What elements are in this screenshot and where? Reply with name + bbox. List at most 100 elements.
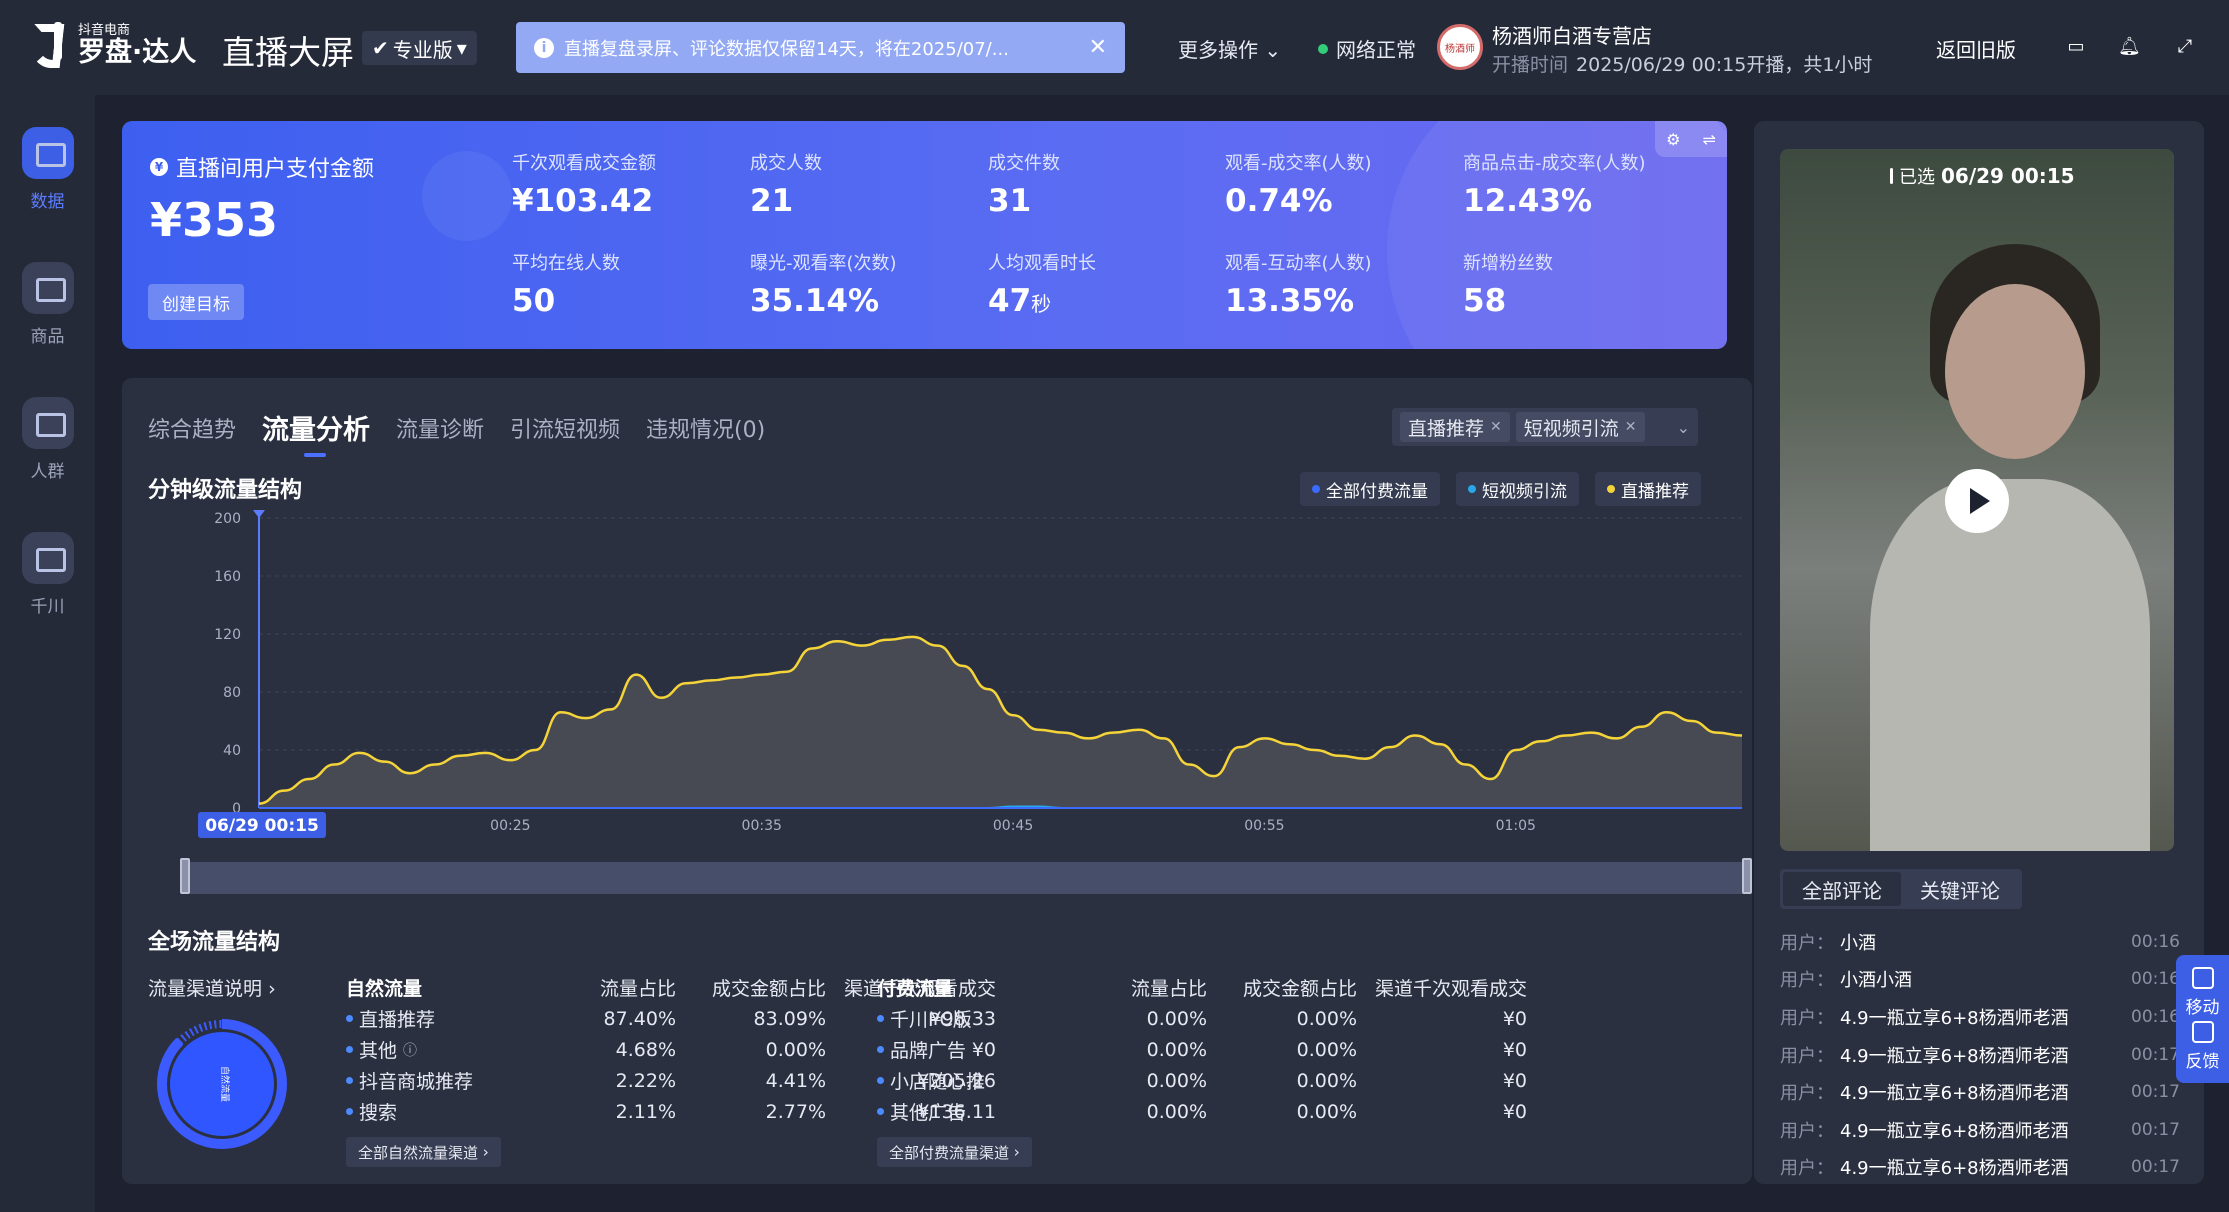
- yen-icon: ¥: [150, 158, 168, 176]
- nav-item-qianchuan[interactable]: 千川: [0, 532, 95, 617]
- chevron-right-icon: ›: [268, 978, 276, 1000]
- metric-item: 平均在线人数 50: [512, 249, 620, 319]
- comment-item[interactable]: 用户： 4.9一瓶立享6+8杨酒师老酒 00:17: [1780, 1073, 2180, 1111]
- tab-2[interactable]: 流量诊断: [396, 412, 484, 451]
- bullet-icon: [877, 1108, 884, 1115]
- comment-text: 4.9一瓶立享6+8杨酒师老酒: [1840, 1083, 2069, 1105]
- legend-item[interactable]: 直播推荐: [1595, 472, 1701, 506]
- nav-item-data[interactable]: 数据: [0, 127, 95, 212]
- all-paid-channels-button[interactable]: 全部付费流量渠道 ›: [877, 1137, 1032, 1167]
- close-icon[interactable]: ✕: [1089, 35, 1107, 60]
- tab-3[interactable]: 引流短视频: [510, 412, 620, 451]
- pay-amount-value: ¥353: [150, 193, 279, 247]
- monitor-icon[interactable]: ▭: [2065, 36, 2087, 58]
- metric-label: 观看-成交率(人数): [1225, 153, 1372, 174]
- fullscreen-icon[interactable]: ⤢: [2174, 36, 2196, 58]
- play-icon[interactable]: [1945, 469, 2009, 533]
- swap-icon[interactable]: ⇌: [1703, 130, 1716, 149]
- comment-text: 4.9一瓶立享6+8杨酒师老酒: [1840, 1045, 2069, 1067]
- metric-item: 观看-成交率(人数) 0.74%: [1225, 149, 1372, 219]
- close-icon[interactable]: ✕: [1625, 419, 1637, 435]
- logo[interactable]: 抖音电商 罗盘·达人: [24, 20, 196, 72]
- slider-handle-right[interactable]: [1742, 858, 1752, 894]
- traffic-donut-chart[interactable]: 自然流量: [152, 1014, 292, 1154]
- filter-chip[interactable]: 直播推荐 ✕: [1400, 412, 1510, 442]
- create-goal-button[interactable]: 创建目标: [148, 284, 244, 320]
- table-cell: 0.00%: [765, 1038, 826, 1061]
- bullet-icon: [877, 1077, 884, 1084]
- channel-name: 小店随心推: [877, 1067, 1057, 1094]
- comment-item[interactable]: 用户： 4.9一瓶立享6+8杨酒师老酒 00:17: [1780, 1111, 2180, 1149]
- metric-value: 12.43%: [1463, 183, 1593, 219]
- back-to-old-version-button[interactable]: 返回旧版: [1936, 34, 2016, 63]
- legend-item[interactable]: 短视频引流: [1456, 472, 1579, 506]
- comment-item[interactable]: 用户： 4.9一瓶立享6+8杨酒师老酒 00:16: [1780, 998, 2180, 1036]
- table-header: 付费流量 流量占比 成交金额占比 渠道千次观看成交: [877, 972, 1527, 1003]
- table-cell: 0.00%: [1146, 1069, 1207, 1092]
- table-row: 千川PC版 0.00% 0.00% ¥0: [877, 1003, 1527, 1034]
- close-icon[interactable]: ✕: [1490, 419, 1502, 435]
- tab-all-comments[interactable]: 全部评论: [1783, 872, 1901, 906]
- legend-item[interactable]: 全部付费流量: [1300, 472, 1440, 506]
- chevron-down-icon[interactable]: ⌄: [1677, 418, 1690, 437]
- table-cell: 0.00%: [1296, 1007, 1357, 1030]
- comment-item[interactable]: 用户： 小酒 00:16: [1780, 923, 2180, 961]
- chart-legend: 全部付费流量 短视频引流 直播推荐: [1300, 472, 1701, 506]
- traffic-chart[interactable]: 0408012016020000:25 00:35 00:45 00:55 01:050…: [142, 508, 1752, 848]
- bell-icon[interactable]: 🔔︎: [2118, 36, 2141, 58]
- comment-text: 4.9一瓶立享6+8杨酒师老酒: [1840, 1007, 2069, 1029]
- comment-item[interactable]: 用户： 4.9一瓶立享6+8杨酒师老酒 00:17: [1780, 1149, 2180, 1187]
- bullet-icon: [877, 1015, 884, 1022]
- chevron-right-icon: ›: [1009, 1143, 1020, 1161]
- tab-1[interactable]: 流量分析: [262, 408, 370, 457]
- channel-name: 直播推荐: [346, 1005, 526, 1032]
- shop-avatar-text: 杨酒师: [1445, 43, 1475, 55]
- tab-4[interactable]: 违规情况(0): [646, 412, 765, 451]
- tab-0[interactable]: 综合趋势: [148, 412, 236, 451]
- comment-tabs: 全部评论 关键评论: [1780, 869, 2022, 909]
- tab-key-comments[interactable]: 关键评论: [1901, 872, 2019, 906]
- slider-handle-left[interactable]: [180, 858, 190, 894]
- metric-label: 平均在线人数: [512, 253, 620, 274]
- live-start-value: 2025/06/29 00:15开播，共1小时: [1576, 54, 1873, 76]
- selected-time-label: 06/29 00:15: [205, 816, 319, 836]
- pay-amount-label: 直播间用户支付金额: [176, 157, 375, 182]
- table-header-cell: 渠道千次观看成交: [1374, 978, 1527, 1000]
- live-start-label: 开播时间: [1492, 54, 1569, 76]
- shop-avatar[interactable]: 杨酒师: [1437, 24, 1483, 70]
- channel-name: 抖音商城推荐: [346, 1067, 526, 1094]
- table-cell: 2.77%: [765, 1100, 826, 1123]
- gear-icon[interactable]: ⚙: [1666, 130, 1680, 149]
- channel-name: 其他 ⓘ: [346, 1036, 526, 1063]
- table-cell: 83.09%: [753, 1007, 826, 1030]
- nav-item-products[interactable]: 商品: [0, 262, 95, 347]
- comment-item[interactable]: 用户： 4.9一瓶立享6+8杨酒师老酒 00:17: [1780, 1036, 2180, 1074]
- time-range-slider[interactable]: [184, 862, 1750, 894]
- live-replay-video[interactable]: 已选 06/29 00:15: [1780, 149, 2174, 851]
- move-button[interactable]: 移动: [2185, 966, 2220, 1018]
- table-header-cell: 流量占比: [1130, 978, 1207, 1000]
- metric-item: 成交件数 31: [988, 149, 1060, 219]
- filter-chip[interactable]: 短视频引流 ✕: [1515, 412, 1645, 442]
- comment-time: 00:16: [2131, 969, 2180, 990]
- nav-item-audience[interactable]: 人群: [0, 397, 95, 482]
- channel-description-link[interactable]: 流量渠道说明 ›: [148, 974, 276, 1001]
- pay-amount-title: ¥ 直播间用户支付金额: [150, 151, 374, 183]
- edition-dropdown[interactable]: ✔ 专业版 ▾: [362, 31, 477, 65]
- comment-time: 00:17: [2131, 1044, 2180, 1065]
- comment-user: 用户：: [1780, 1045, 1834, 1067]
- traffic-filter-select[interactable]: 直播推荐 ✕ 短视频引流 ✕ ⌄: [1392, 408, 1698, 446]
- y-tick-label: 80: [223, 685, 241, 701]
- feedback-button[interactable]: 反馈: [2185, 1020, 2220, 1072]
- edition-label: 专业版: [392, 37, 453, 62]
- channel-description-label: 流量渠道说明: [148, 978, 263, 1000]
- move-label: 移动: [2185, 997, 2220, 1018]
- chevron-down-icon: ⌄: [1264, 38, 1282, 62]
- all-natural-channels-button[interactable]: 全部自然流量渠道 ›: [346, 1137, 501, 1167]
- table-row: 其他广告 0.00% 0.00% ¥0: [877, 1096, 1527, 1127]
- right-panel: 已选 06/29 00:15 全部评论 关键评论 用户： 小酒 00:16 用户： 小酒…: [1754, 121, 2204, 1184]
- feedback-label: 反馈: [2185, 1051, 2220, 1072]
- more-operations-dropdown[interactable]: 更多操作 ⌄: [1178, 34, 1281, 63]
- comment-item[interactable]: 用户： 小酒小酒 00:16: [1780, 961, 2180, 999]
- help-icon[interactable]: ⓘ: [403, 1040, 417, 1060]
